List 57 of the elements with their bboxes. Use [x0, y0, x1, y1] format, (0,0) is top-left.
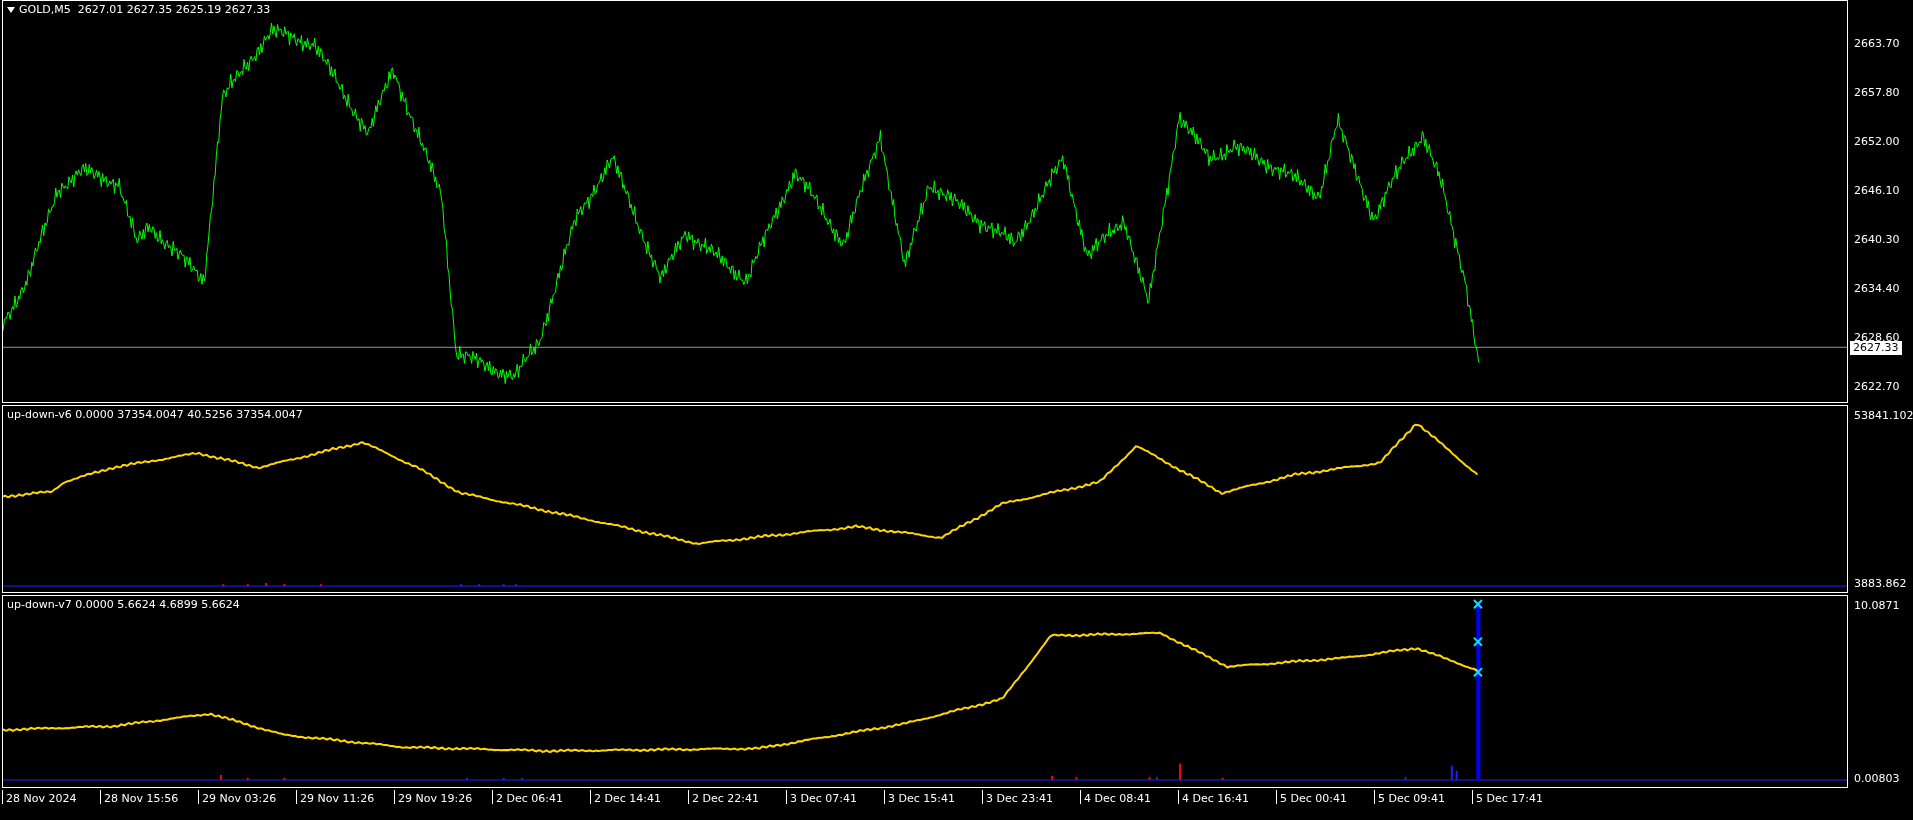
histogram-bar [1450, 765, 1453, 780]
price-axis-label: 2646.10 [1853, 184, 1901, 198]
time-axis-label: 29 Nov 19:26 [394, 790, 492, 804]
histogram-bar [1221, 777, 1224, 780]
histogram-bar [466, 777, 469, 780]
time-axis-label: 4 Dec 08:41 [1080, 790, 1178, 804]
chart-symbol-info: GOLD,M5 2627.01 2627.35 2625.19 2627.33 [19, 3, 271, 16]
histogram-bar [319, 584, 322, 587]
time-axis-label: 4 Dec 16:41 [1178, 790, 1276, 804]
time-axis-label: 5 Dec 00:41 [1276, 790, 1374, 804]
histogram-bar [514, 584, 517, 587]
indicator-axis-label: 10.0871 [1853, 599, 1901, 613]
time-axis-label: 29 Nov 11:26 [296, 790, 394, 804]
histogram-bar [520, 777, 523, 780]
dropdown-arrow-icon[interactable] [7, 6, 15, 13]
indicator-axis-label: 53841.102 [1853, 409, 1913, 423]
time-axis-label: 3 Dec 15:41 [884, 790, 982, 804]
time-axis-label: 5 Dec 09:41 [1374, 790, 1472, 804]
price-axis-label: 2628.60 [1854, 331, 1901, 344]
time-axis-label: 2 Dec 06:41 [492, 790, 590, 804]
cross-marker-icon [1472, 599, 1483, 610]
price-axis-label: 2622.70 [1853, 380, 1901, 394]
histogram-bar [283, 777, 286, 780]
indicator-title: up-down-v7 0.0000 5.6624 4.6899 5.6624 [7, 598, 240, 611]
histogram-bar [502, 777, 505, 780]
time-axis-label: 2 Dec 22:41 [688, 790, 786, 804]
price-axis-label: 2663.70 [1853, 37, 1901, 51]
price-axis-label: 2640.30 [1853, 233, 1901, 247]
histogram-bar [1455, 770, 1458, 780]
histogram-bar [1404, 776, 1407, 780]
price-axis-label: 2657.80 [1853, 86, 1901, 100]
price-axis-label: 2652.00 [1853, 135, 1901, 149]
histogram-bar [222, 584, 225, 587]
time-axis-label: 5 Dec 17:41 [1472, 790, 1570, 804]
current-price-label: 2627.33 [1850, 341, 1902, 355]
cross-marker-icon [1472, 667, 1483, 678]
time-axis-label: 3 Dec 23:41 [982, 790, 1080, 804]
time-axis-label: 2 Dec 14:41 [590, 790, 688, 804]
time-axis-label: 28 Nov 15:56 [100, 790, 198, 804]
cross-marker-icon [1472, 636, 1483, 647]
time-axis-label: 29 Nov 03:26 [198, 790, 296, 804]
histogram-bar [502, 584, 505, 587]
time-axis-label: 3 Dec 07:41 [786, 790, 884, 804]
histogram-bar [246, 584, 249, 587]
histogram-bar [246, 777, 249, 780]
histogram-bar [1148, 776, 1151, 780]
histogram-bar [1051, 775, 1054, 780]
histogram-bar [478, 584, 481, 587]
histogram-bar [1155, 776, 1158, 780]
indicator-title: up-down-v6 0.0000 37354.0047 40.5256 37354.0047 [7, 408, 303, 421]
histogram-bar [219, 774, 222, 780]
histogram-bar [283, 584, 286, 587]
indicator-axis-label: 3883.862 [1853, 577, 1908, 591]
histogram-bar [1075, 776, 1078, 780]
time-axis-label: 28 Nov 2024 [2, 790, 100, 804]
indicator-axis-label: 0.00803 [1853, 772, 1901, 786]
price-axis-label: 2634.40 [1853, 282, 1901, 296]
